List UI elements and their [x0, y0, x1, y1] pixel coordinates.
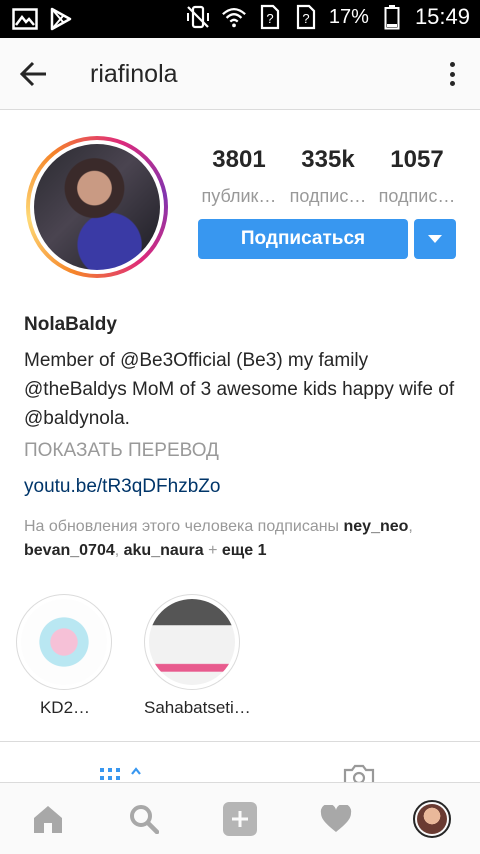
dot — [449, 62, 455, 67]
stat-posts[interactable]: 3801 публик… — [196, 146, 282, 207]
nav-profile[interactable] — [384, 783, 480, 854]
follower-username: aku_naura — [123, 542, 204, 559]
stat-following[interactable]: 1057 подпис… — [374, 146, 460, 207]
sim-unknown-icon: ? — [293, 4, 319, 30]
stat-followers[interactable]: 335k подпис… — [285, 146, 371, 207]
page-title: riafinola — [90, 60, 178, 88]
battery-icon — [379, 4, 405, 30]
profile-screen: ? ? 17% 15:49 riafinola 3801 публик… 335… — [0, 0, 480, 854]
app-bar: riafinola — [0, 38, 480, 110]
stat-value: 1057 — [390, 146, 444, 173]
more-followers: еще 1 — [221, 542, 267, 559]
svg-text:?: ? — [266, 11, 273, 26]
follower-username: bevan_0704 — [24, 542, 115, 559]
show-translation-button[interactable]: ПОКАЗАТЬ ПЕРЕВОД — [24, 440, 219, 462]
profile-stats: 3801 публик… 335k подпис… 1057 подпис… — [196, 146, 460, 207]
status-bar: ? ? 17% 15:49 — [0, 0, 480, 38]
vibrate-off-icon — [185, 4, 211, 30]
stat-value: 3801 — [212, 146, 266, 173]
nav-search[interactable] — [96, 783, 192, 854]
svg-text:?: ? — [302, 11, 309, 26]
clock: 15:49 — [414, 4, 470, 29]
highlight-label: KD2… — [39, 698, 91, 717]
suggested-accounts-button[interactable] — [414, 219, 456, 259]
nav-new-post[interactable] — [192, 783, 288, 854]
caret-down-icon — [428, 235, 442, 243]
story-highlights: KD2… Sahabatseti… — [16, 594, 251, 718]
home-icon — [34, 805, 62, 833]
battery-percent: 17% — [328, 5, 369, 28]
grid-icon — [100, 767, 141, 780]
stat-label: подпис… — [289, 186, 367, 206]
wifi-icon — [221, 4, 247, 30]
highlight-cover — [149, 599, 235, 685]
full-name: NolaBaldy — [24, 314, 117, 335]
follower-username: ney_neo — [343, 518, 409, 535]
followed-by-prefix: На обновления этого человека подписаны — [24, 518, 344, 535]
add-post-icon — [223, 801, 257, 836]
plus-sign: + — [203, 542, 222, 559]
nav-home[interactable] — [0, 783, 96, 854]
nav-activity[interactable] — [288, 783, 384, 854]
profile-avatar[interactable] — [26, 136, 168, 278]
back-button[interactable] — [18, 58, 50, 90]
dot — [449, 81, 455, 86]
more-options-button[interactable] — [440, 58, 464, 90]
separator: , — [408, 518, 413, 535]
highlight-item[interactable]: Sahabatseti… — [144, 594, 251, 718]
highlight-item[interactable]: KD2… — [16, 594, 114, 718]
search-icon — [130, 804, 159, 834]
divider — [0, 741, 480, 742]
avatar-photo — [34, 144, 160, 270]
bio-text: Member of @Be3Official (Be3) my family @… — [24, 350, 455, 429]
highlight-cover — [21, 599, 107, 685]
image-icon — [12, 6, 38, 32]
bottom-nav — [0, 782, 480, 854]
followed-by-text[interactable]: На обновления этого человека подписаны n… — [24, 515, 464, 563]
play-store-icon — [48, 6, 74, 32]
website-link[interactable]: youtu.be/tR3qDFhzbZo — [24, 476, 220, 498]
stat-label: публик… — [201, 186, 277, 206]
separator: , — [114, 542, 124, 559]
profile-avatar-icon — [413, 799, 451, 838]
sim-unknown-icon: ? — [257, 4, 283, 30]
arrow-left-icon — [19, 61, 46, 87]
tagged-icon — [343, 764, 375, 785]
highlight-label: Sahabatseti… — [144, 698, 251, 717]
stat-value: 335k — [301, 146, 355, 173]
heart-icon — [320, 804, 352, 832]
dot — [449, 71, 455, 77]
stat-label: подпис… — [378, 186, 456, 206]
follow-button[interactable]: Подписаться — [198, 219, 408, 259]
